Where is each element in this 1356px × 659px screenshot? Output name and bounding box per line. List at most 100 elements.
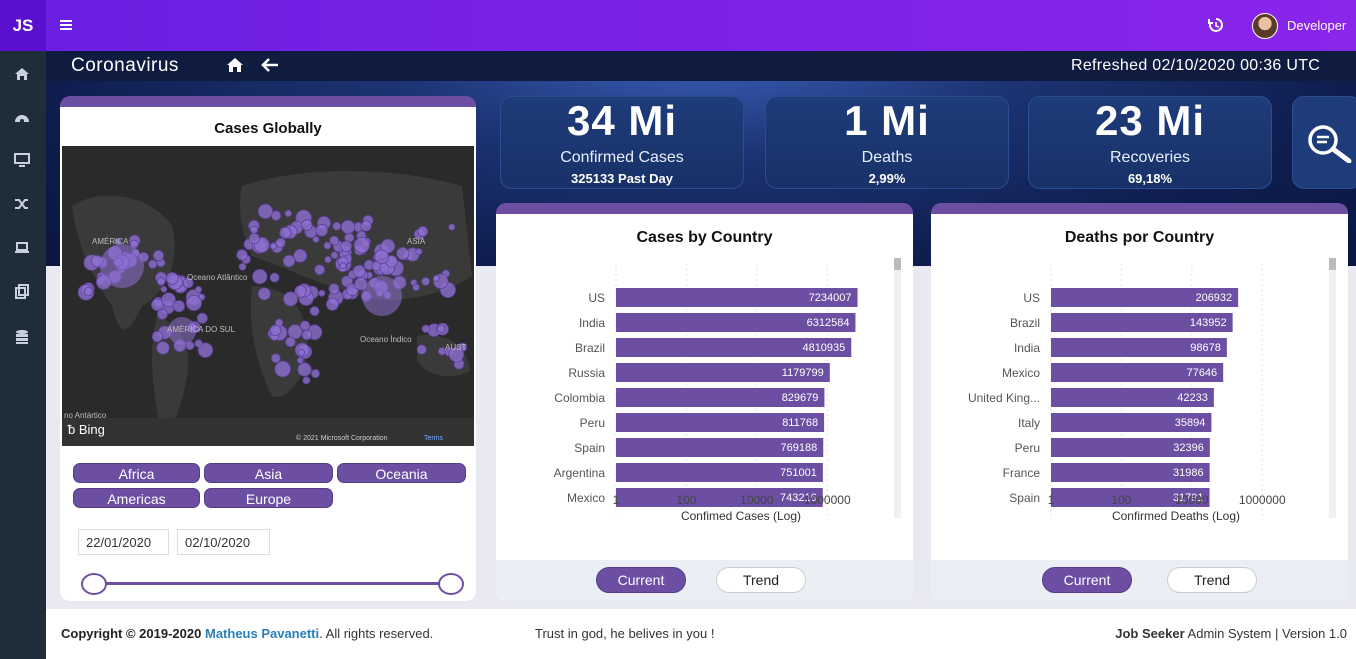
- case-bubble[interactable]: [323, 241, 332, 250]
- case-bubble[interactable]: [185, 294, 202, 312]
- home-icon[interactable]: [13, 65, 31, 83]
- case-bubble[interactable]: [152, 249, 165, 262]
- case-bubble[interactable]: [194, 285, 203, 294]
- avatar[interactable]: [1252, 13, 1278, 39]
- dashboard-icon[interactable]: [13, 109, 31, 127]
- case-bubble[interactable]: [315, 224, 329, 237]
- case-bubble[interactable]: [340, 219, 356, 235]
- case-bubble[interactable]: [421, 324, 431, 334]
- scrollbar-thumb[interactable]: [894, 258, 901, 270]
- case-bubble[interactable]: [340, 240, 353, 253]
- search-icon[interactable]: [1303, 123, 1355, 163]
- case-bubble[interactable]: [352, 264, 366, 278]
- case-bubble[interactable]: [236, 249, 248, 261]
- date-slider-track[interactable]: [93, 582, 451, 585]
- desktop-icon[interactable]: [13, 151, 31, 169]
- scrollbar-thumb[interactable]: [1329, 258, 1336, 270]
- case-bubble[interactable]: [297, 349, 305, 357]
- home-icon[interactable]: [225, 55, 245, 75]
- case-bubble[interactable]: [293, 248, 308, 263]
- case-bubble[interactable]: [156, 308, 168, 320]
- case-bubble[interactable]: [274, 360, 292, 378]
- case-bubble[interactable]: [151, 330, 164, 343]
- case-bubble[interactable]: [283, 291, 299, 307]
- world-map[interactable]: AMÉRICA Oceano Atlântico ASIA AMÉRICA DO…: [62, 146, 474, 446]
- case-bubble[interactable]: [172, 300, 186, 313]
- case-bubble[interactable]: [329, 235, 340, 246]
- case-bubble[interactable]: [396, 247, 410, 261]
- case-bubble[interactable]: [412, 283, 420, 292]
- case-bubble[interactable]: [196, 312, 208, 324]
- back-arrow-icon[interactable]: [260, 56, 280, 74]
- case-bubble[interactable]: [238, 262, 247, 271]
- case-bubble[interactable]: [324, 255, 332, 264]
- case-bubble[interactable]: [416, 344, 427, 355]
- map-canvas[interactable]: AMÉRICA Oceano Atlântico ASIA AMÉRICA DO…: [62, 146, 474, 446]
- case-bubble[interactable]: [310, 368, 320, 379]
- case-bubble[interactable]: [448, 223, 456, 231]
- slider-handle-start[interactable]: [81, 573, 107, 595]
- case-bubble[interactable]: [314, 264, 326, 276]
- trend-button[interactable]: Trend: [716, 567, 806, 593]
- case-bubble[interactable]: [83, 286, 93, 297]
- case-bubble[interactable]: [332, 221, 342, 231]
- start-date-field[interactable]: 22/01/2020: [78, 529, 169, 555]
- case-bubble[interactable]: [100, 244, 144, 288]
- case-bubble[interactable]: [360, 220, 372, 232]
- case-bubble[interactable]: [415, 248, 423, 256]
- case-bubble[interactable]: [269, 242, 277, 250]
- region-button-asia[interactable]: Asia: [204, 463, 333, 483]
- search-card[interactable]: [1292, 96, 1356, 189]
- trend-button[interactable]: Trend: [1167, 567, 1257, 593]
- case-bubble[interactable]: [194, 339, 203, 348]
- case-bubble[interactable]: [432, 274, 440, 282]
- case-bubble[interactable]: [248, 232, 260, 245]
- case-bubble[interactable]: [249, 225, 259, 235]
- case-bubble[interactable]: [297, 362, 312, 377]
- laptop-icon[interactable]: [13, 239, 31, 257]
- case-bubble[interactable]: [302, 376, 311, 385]
- case-bubble[interactable]: [269, 272, 280, 283]
- case-bubble[interactable]: [362, 276, 402, 316]
- case-bubble[interactable]: [339, 262, 347, 270]
- case-bubble[interactable]: [279, 226, 292, 239]
- map-terms-link[interactable]: Terms: [424, 435, 444, 442]
- database-icon[interactable]: [13, 328, 31, 346]
- case-bubble[interactable]: [270, 353, 281, 364]
- case-bubble[interactable]: [156, 341, 170, 355]
- case-bubble[interactable]: [269, 324, 282, 337]
- case-bubble[interactable]: [330, 251, 339, 260]
- region-button-oceania[interactable]: Oceania: [337, 463, 466, 483]
- current-button[interactable]: Current: [596, 567, 686, 593]
- case-bubble[interactable]: [421, 277, 431, 286]
- current-button[interactable]: Current: [1042, 567, 1132, 593]
- region-button-africa[interactable]: Africa: [73, 463, 200, 483]
- case-bubble[interactable]: [301, 329, 313, 341]
- history-icon[interactable]: [1206, 15, 1226, 35]
- case-bubble[interactable]: [282, 254, 296, 268]
- author-link[interactable]: Matheus Pavanetti: [205, 626, 319, 641]
- brand-logo[interactable]: JS: [0, 0, 46, 51]
- shuffle-icon[interactable]: [13, 195, 31, 213]
- case-bubble[interactable]: [417, 225, 429, 237]
- case-bubble[interactable]: [300, 219, 313, 231]
- case-bubble[interactable]: [284, 209, 292, 218]
- case-bubble[interactable]: [318, 289, 326, 297]
- case-bubble[interactable]: [353, 237, 370, 254]
- case-bubble[interactable]: [285, 336, 296, 348]
- case-bubble[interactable]: [257, 287, 271, 301]
- region-button-americas[interactable]: Americas: [73, 488, 200, 508]
- case-bubble[interactable]: [252, 268, 268, 285]
- case-bubble[interactable]: [160, 285, 168, 293]
- chart-scrollbar[interactable]: [1329, 258, 1336, 518]
- case-bubble[interactable]: [437, 324, 446, 333]
- region-button-europe[interactable]: Europe: [204, 488, 333, 508]
- case-bubble[interactable]: [257, 203, 274, 219]
- copy-icon[interactable]: [13, 283, 31, 301]
- case-bubble[interactable]: [309, 306, 320, 317]
- case-bubble[interactable]: [325, 297, 339, 311]
- case-bubble[interactable]: [148, 259, 158, 269]
- case-bubble[interactable]: [374, 249, 390, 265]
- slider-handle-end[interactable]: [438, 573, 464, 595]
- chart-scrollbar[interactable]: [894, 258, 901, 518]
